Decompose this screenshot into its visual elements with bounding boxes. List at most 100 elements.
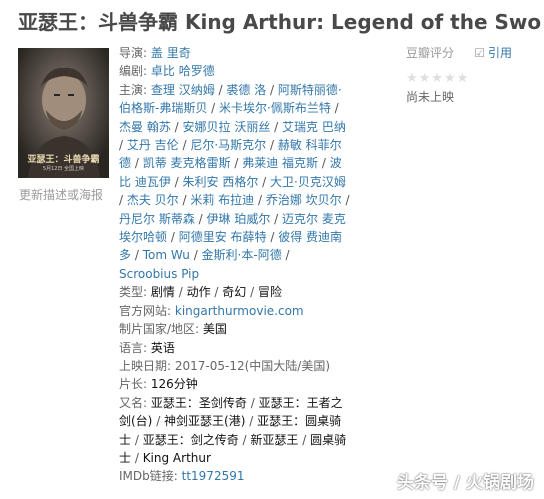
writer-link[interactable]: 卓比 哈罗德	[151, 64, 215, 78]
genre-item: 剧情	[150, 285, 175, 300]
aka-separator: /	[152, 414, 165, 429]
cast-item[interactable]: Tom Wu	[143, 248, 190, 262]
cast-item[interactable]: 金斯利·本-阿德	[202, 248, 282, 262]
cast-separator: /	[178, 138, 191, 153]
cast-separator: /	[178, 193, 191, 208]
cast-item[interactable]: 尼尔·马斯克尔	[190, 138, 266, 152]
aka-separator: /	[238, 432, 251, 447]
cast-item[interactable]: 查理 汉纳姆	[151, 83, 215, 97]
language-line: 语言: 英语	[119, 339, 351, 357]
cast-separator: /	[170, 174, 183, 189]
cast-item[interactable]: 阿德里安 布薛特	[179, 230, 267, 244]
runtime-label: 片长:	[119, 377, 148, 392]
cast-item[interactable]: 乔治娜 坎贝尔	[266, 193, 342, 207]
cast-item[interactable]: 安娜贝拉 沃丽丝	[183, 120, 271, 134]
rating-stars: ★★★★★	[406, 71, 470, 86]
cite-link[interactable]: ☑ 引用	[474, 44, 512, 61]
cast-separator: /	[119, 138, 127, 153]
cast-item[interactable]: 朱利安 西格尔	[183, 175, 259, 189]
director-line: 导演: 盖 里奇	[119, 44, 351, 62]
cite-icon: ☑	[474, 46, 485, 60]
cast-separator: /	[119, 193, 127, 208]
director-link[interactable]: 盖 里奇	[151, 46, 191, 60]
update-poster-link[interactable]: 更新描述或海报	[19, 186, 103, 203]
page-title: 亚瑟王：斗兽争霸 King Arthur: Legend of the Swo	[18, 10, 542, 34]
cast-item[interactable]: 米莉 布拉迪	[190, 193, 254, 207]
runtime-line: 片长: 126分钟	[119, 375, 351, 393]
aka-separator: /	[246, 395, 259, 410]
rating-panel: 豆瓣评分 ☑ 引用 ★★★★★ 尚未上映	[406, 44, 536, 105]
cast-item[interactable]: 杰夫 贝尔	[127, 193, 179, 207]
genre-item: 冒险	[257, 285, 282, 300]
cast-item[interactable]: 米卡埃尔·佩斯布兰特	[219, 101, 331, 115]
writer-line: 编剧: 卓比 哈罗德	[119, 62, 351, 80]
movie-poster[interactable]: 亚瑟王：斗兽争霸 5月12日 全国上映	[18, 48, 109, 178]
cast-item[interactable]: 伊琳 珀威尔	[207, 212, 271, 226]
cast-separator: /	[270, 211, 282, 226]
cast-separator: /	[189, 248, 202, 263]
cast-separator: /	[281, 248, 290, 263]
cast-separator: /	[214, 82, 227, 97]
release-line: 上映日期: 2017-05-12(中国大陆/美国)	[119, 357, 351, 375]
rating-status: 尚未上映	[406, 90, 455, 104]
cast-item[interactable]: 弗莱迪 福克斯	[242, 156, 318, 170]
writer-label: 编剧:	[119, 64, 148, 79]
poster-title: 亚瑟王：斗兽争霸	[27, 155, 100, 165]
poster-date: 5月12日 全国上映	[42, 166, 85, 172]
aka-item: 亚瑟王：剑之传奇	[142, 432, 239, 447]
cast-separator: /	[318, 156, 330, 171]
cast-item[interactable]: 艾丹 吉伦	[127, 138, 179, 152]
aka-separator: /	[298, 432, 311, 447]
genre-separator: /	[210, 285, 223, 300]
cast-item[interactable]: 裘德 洛	[226, 83, 266, 97]
release-value: 2017-05-12(中国大陆/美国)	[174, 358, 331, 373]
aka-label: 又名:	[119, 395, 148, 410]
cast-item[interactable]: Scroobius Pip	[119, 267, 199, 281]
site-line: 官方网站: kingarthurmovie.com	[119, 302, 351, 320]
cast-label: 主演:	[119, 82, 148, 97]
rating-label: 豆瓣评分	[406, 46, 455, 60]
runtime-value: 126分钟	[150, 377, 198, 392]
aka-item: King Arthur	[142, 450, 211, 465]
aka-separator: /	[131, 432, 143, 447]
cast-separator: /	[270, 119, 282, 134]
country-value: 美国	[202, 322, 227, 337]
aka-separator: /	[131, 450, 143, 465]
language-value: 英语	[150, 340, 175, 355]
aka-item: 神剑亚瑟王(港)	[164, 414, 246, 429]
watermark: 头条号 / 火锅剧场	[396, 473, 534, 493]
cast-item[interactable]: 杰曼 翰苏	[119, 120, 171, 134]
cast-separator: /	[266, 82, 278, 97]
imdb-line: IMDb链接: tt1972591	[119, 467, 351, 485]
cast-item[interactable]: 丹尼尔 斯蒂森	[119, 212, 195, 226]
cast-separator: /	[131, 248, 143, 263]
cast-separator: /	[170, 119, 183, 134]
director-label: 导演:	[119, 46, 148, 60]
genre-item: 动作	[186, 285, 211, 300]
genre-label: 类型:	[119, 285, 148, 300]
genre-line: 类型: 剧情 / 动作 / 奇幻 / 冒险	[119, 283, 351, 301]
cast-separator: /	[254, 193, 266, 208]
cast-separator: /	[194, 211, 207, 226]
country-line: 制片国家/地区: 美国	[119, 320, 351, 338]
aka-separator: /	[245, 414, 258, 429]
cast-separator: /	[266, 138, 278, 153]
cast-item[interactable]: 艾瑞克 巴纳	[282, 120, 346, 134]
cast-separator: /	[330, 101, 339, 116]
site-label: 官方网站:	[119, 303, 172, 318]
genre-separator: /	[246, 285, 258, 300]
country-label: 制片国家/地区:	[119, 322, 200, 337]
cast-separator: /	[207, 101, 220, 116]
cast-item[interactable]: 大卫·贝克汉姆	[270, 175, 346, 189]
cast-separator: /	[167, 230, 179, 245]
genre-separator: /	[174, 285, 187, 300]
cast-separator: /	[131, 156, 143, 171]
cast-separator: /	[258, 174, 270, 189]
movie-info: 导演: 盖 里奇 编剧: 卓比 哈罗德 主演: 查理 汉纳姆 / 裘德 洛 / …	[119, 44, 351, 486]
genre-item: 奇幻	[222, 285, 247, 300]
imdb-link[interactable]: tt1972591	[182, 469, 245, 483]
imdb-label: IMDb链接:	[119, 469, 178, 484]
official-site-link[interactable]: kingarthurmovie.com	[175, 304, 304, 318]
cast-item[interactable]: 凯蒂 麦克格雷斯	[143, 156, 231, 170]
cite-label: 引用	[487, 46, 512, 60]
